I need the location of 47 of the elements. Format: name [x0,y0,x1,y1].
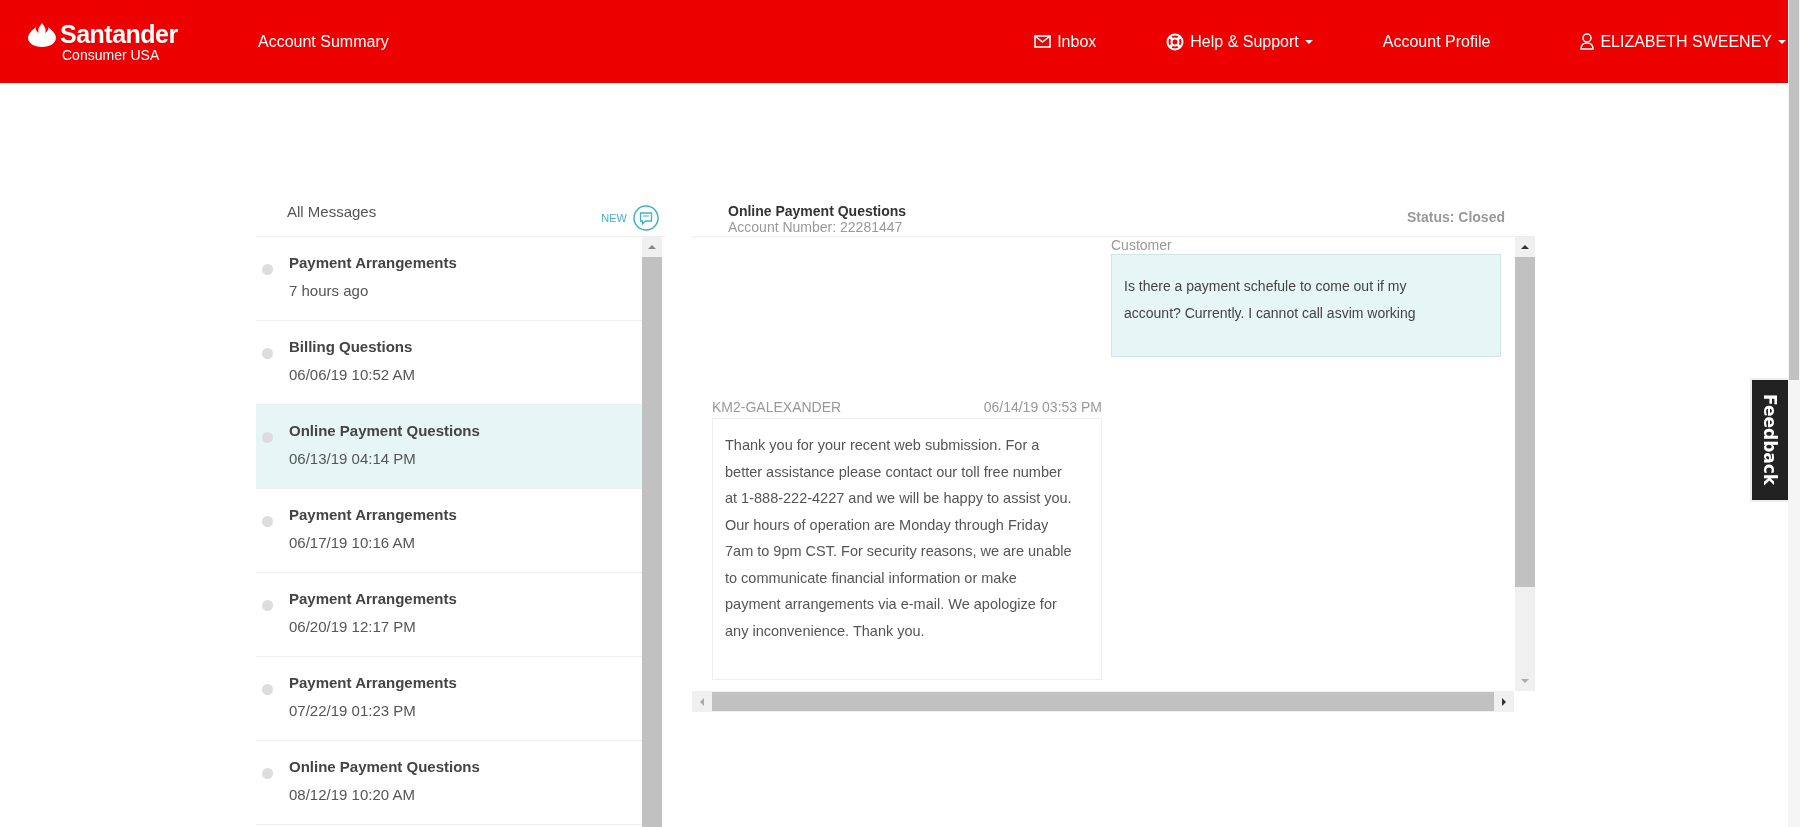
status-dot [262,264,273,275]
message-bubble: Is there a payment schefule to come out if my account? Currently. I cannot call asvim working [1111,254,1501,357]
status-dot [262,600,273,611]
horizontal-scrollbar[interactable] [692,691,1514,712]
message-time: 06/13/19 04:14 PM [289,450,417,467]
message-subject: Payment Arrangements [289,254,457,271]
panel-title: All Messages [287,203,377,220]
conversation-status: Status: Closed [1407,209,1505,227]
message-time: 08/12/19 10:20 AM [289,786,416,803]
status-dot [262,684,273,695]
chat-icon [633,205,659,231]
status-dot [262,432,273,443]
status-dot [262,768,273,779]
message-author: Customer [1111,237,1172,253]
message-author: KM2-GALEXANDER [712,399,842,415]
message-time: 7 hours ago [289,282,370,299]
scrollbar[interactable] [1515,237,1535,691]
scrollbar[interactable] [642,237,662,827]
message-list-item[interactable]: Online Payment Questions 06/13/19 04:14 PM [256,405,642,489]
nav-link[interactable]: Account Summary [258,32,389,51]
status-dot [262,348,273,359]
lifebuoy-icon [1166,32,1185,51]
status-dot [262,516,273,527]
nav-link[interactable]: Help & Support [1166,32,1313,51]
message-subject: Billing Questions [289,338,414,355]
message-subject: Online Payment Questions [289,422,480,439]
nav-link[interactable]: Account Profile [1382,32,1491,51]
nav-link[interactable]: Inbox [1034,32,1097,51]
logo-subtitle: Consumer USA [62,47,160,63]
message-time: 06/17/19 10:16 AM [289,534,416,551]
message-time: 06/20/19 12:17 PM [289,618,417,635]
message-bubble: Thank you for your recent web submission. For a better assistance please contact our toll free number at 1-888-222-4227 and we will be happy to assist you. Our hours of operation are Monday through Friday 7am to 9pm CST. For security reasons, we are unable to communicate financial information or make payment arrangements via e-mail. We apologize for any inconvenience. Thank you. [712,418,1102,680]
page-scrollbar[interactable] [1788,0,1800,827]
conversation-title: Online Payment Questions [728,203,907,219]
message-subject: Payment Arrangements [289,674,457,691]
logo-text: Santander [60,20,178,49]
person-icon [1580,33,1595,50]
feedback-tab[interactable]: Feedback [1750,378,1788,502]
message-subject: Payment Arrangements [289,590,457,607]
message-subject: Payment Arrangements [289,506,457,523]
message-time: 06/06/19 10:52 AM [289,366,415,383]
message-subject: Online Payment Questions [289,758,480,775]
message-time: 06/14/19 03:53 PM [983,399,1102,415]
message-time: 07/22/19 01:23 PM [289,702,417,719]
account-number: Account Number: 22281447 [728,219,904,235]
flame-logo-icon [28,22,56,47]
mail-icon [1034,35,1052,48]
